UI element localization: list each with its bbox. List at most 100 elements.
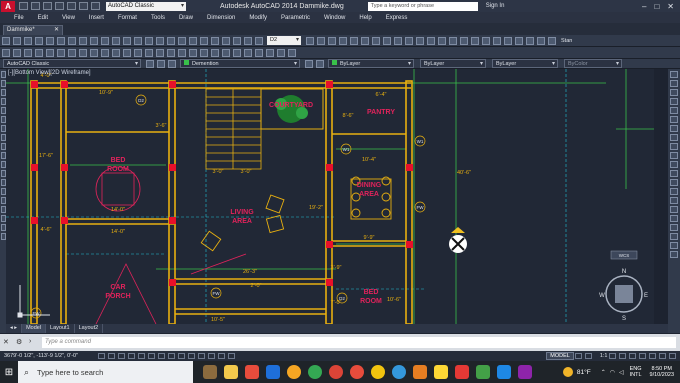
extra-tool-17-icon[interactable]: [514, 36, 523, 45]
quick-properties-icon[interactable]: [217, 353, 225, 359]
dim-space-icon[interactable]: [122, 48, 131, 57]
viewcube-wcs-label[interactable]: WCS: [619, 253, 630, 258]
chrome-icon[interactable]: [370, 365, 385, 379]
tolerance-icon[interactable]: [144, 48, 153, 57]
extra-modify-3-icon[interactable]: [670, 233, 678, 240]
dim-continue-icon[interactable]: [111, 48, 120, 57]
command-input[interactable]: Type a command: [42, 337, 676, 348]
tab-layout1[interactable]: Layout1: [46, 324, 75, 333]
menu-insert[interactable]: Insert: [89, 15, 104, 21]
auto-scale-icon[interactable]: [619, 353, 626, 359]
dynamic-input-icon[interactable]: [187, 353, 195, 359]
open-file-icon[interactable]: [31, 2, 40, 10]
chrome-icon[interactable]: [349, 365, 364, 379]
copy-icon[interactable]: [78, 36, 87, 45]
ortho-mode-icon[interactable]: [127, 353, 135, 359]
zoom-window-icon[interactable]: [155, 36, 164, 45]
taskbar-clock[interactable]: 8:50 PM 9/10/2023: [650, 366, 674, 379]
taskbar-app-icon[interactable]: [454, 365, 469, 379]
print-icon[interactable]: [34, 36, 43, 45]
menu-format[interactable]: Format: [118, 15, 137, 21]
extra-tool-5-icon[interactable]: [382, 36, 391, 45]
quick-view-layouts-icon[interactable]: [575, 353, 583, 359]
file-tab-dammike[interactable]: Dammike* ✕: [3, 25, 63, 35]
drawing-viewport[interactable]: [-][Bottom View][2D Wireframe] BED ROOM …: [6, 69, 654, 324]
dim-angular-icon[interactable]: [78, 48, 87, 57]
linetype-combo[interactable]: ByLayer: [420, 59, 486, 69]
extra-tool-1-icon[interactable]: [338, 36, 347, 45]
plot-icon[interactable]: [67, 2, 76, 10]
volume-icon[interactable]: ◁: [619, 369, 624, 376]
dim-arc-icon[interactable]: [23, 48, 32, 57]
plotstyle-combo[interactable]: ByColor: [564, 59, 622, 69]
taskbar-app-icon[interactable]: [517, 365, 532, 379]
workspace-settings-icon[interactable]: [145, 59, 154, 68]
layer-combo[interactable]: Demention: [180, 59, 300, 69]
text-style-combo[interactable]: D2: [267, 36, 301, 45]
layer-lock-icon[interactable]: [167, 59, 176, 68]
markup-icon[interactable]: [221, 36, 230, 45]
viewport-controls-label[interactable]: [-][Bottom View][2D Wireframe]: [8, 70, 91, 76]
grid-display-icon[interactable]: [117, 353, 125, 359]
menu-dimension[interactable]: Dimension: [207, 15, 235, 21]
menu-file[interactable]: File: [14, 15, 24, 21]
viewcube[interactable]: WCS N S E W: [599, 250, 648, 322]
dim-ordinate-icon[interactable]: [34, 48, 43, 57]
trim-icon[interactable]: [670, 152, 678, 159]
autocad-logo-icon[interactable]: A: [1, 0, 15, 12]
stretch-icon[interactable]: [670, 143, 678, 150]
autocad-app-icon[interactable]: [244, 365, 259, 379]
extra-tool-4-icon[interactable]: [371, 36, 380, 45]
polar-tracking-icon[interactable]: [137, 353, 145, 359]
taskbar-app-icon[interactable]: [265, 365, 280, 379]
menu-edit[interactable]: Edit: [38, 15, 48, 21]
taskbar-app-icon[interactable]: [202, 365, 217, 379]
zoom-previous-icon[interactable]: [166, 36, 175, 45]
tab-layout2[interactable]: Layout2: [75, 324, 104, 333]
extra-tool-10-icon[interactable]: [437, 36, 446, 45]
menu-view[interactable]: View: [62, 15, 75, 21]
extra-tool-11-icon[interactable]: [448, 36, 457, 45]
redo-icon[interactable]: [122, 36, 131, 45]
new-file-icon[interactable]: [19, 2, 28, 10]
tab-model[interactable]: Model: [22, 324, 47, 333]
workspace-combo[interactable]: AutoCAD Classic: [3, 59, 141, 69]
layout-nav-icon[interactable]: ◂ ▸: [6, 324, 23, 333]
extra-tool-2-icon[interactable]: [349, 36, 358, 45]
dim-break-icon[interactable]: [133, 48, 142, 57]
taskbar-app-icon[interactable]: [475, 365, 490, 379]
extra-tool-9-icon[interactable]: [426, 36, 435, 45]
close-tab-icon[interactable]: ✕: [54, 26, 59, 35]
extra-tool-19-icon[interactable]: [536, 36, 545, 45]
extra-modify-2-icon[interactable]: [670, 224, 678, 231]
close-button[interactable]: ✕: [667, 2, 674, 11]
center-mark-icon[interactable]: [155, 48, 164, 57]
extra-tool-18-icon[interactable]: [525, 36, 534, 45]
erase-icon[interactable]: [670, 71, 678, 78]
file-explorer-icon[interactable]: [223, 365, 238, 379]
extra-modify-4-icon[interactable]: [670, 242, 678, 249]
chamfer-icon[interactable]: [670, 188, 678, 195]
layer-make-current-icon[interactable]: [254, 48, 263, 57]
extend-icon[interactable]: [670, 161, 678, 168]
taskbar-app-icon[interactable]: [496, 365, 511, 379]
taskbar-app-icon[interactable]: [433, 365, 448, 379]
dim-diameter-icon[interactable]: [67, 48, 76, 57]
color-combo[interactable]: ByLayer: [328, 59, 414, 69]
help-icon[interactable]: [243, 36, 252, 45]
menu-parametric[interactable]: Parametric: [281, 15, 310, 21]
workspace-switching-icon[interactable]: [629, 353, 636, 359]
layer-properties-icon[interactable]: [232, 48, 241, 57]
transparency-icon[interactable]: [207, 353, 215, 359]
dim-edit-icon[interactable]: [188, 48, 197, 57]
design-center-icon[interactable]: [188, 36, 197, 45]
paste-icon[interactable]: [89, 36, 98, 45]
3d-object-snap-icon[interactable]: [157, 353, 165, 359]
fillet-icon[interactable]: [670, 197, 678, 204]
make-object-layer-current-icon[interactable]: [304, 59, 313, 68]
snap-mode-icon[interactable]: [107, 353, 115, 359]
undo-icon[interactable]: [111, 36, 120, 45]
save-as-icon[interactable]: [55, 2, 64, 10]
layer-isolate-icon[interactable]: [276, 48, 285, 57]
minimize-button[interactable]: –: [642, 2, 646, 11]
